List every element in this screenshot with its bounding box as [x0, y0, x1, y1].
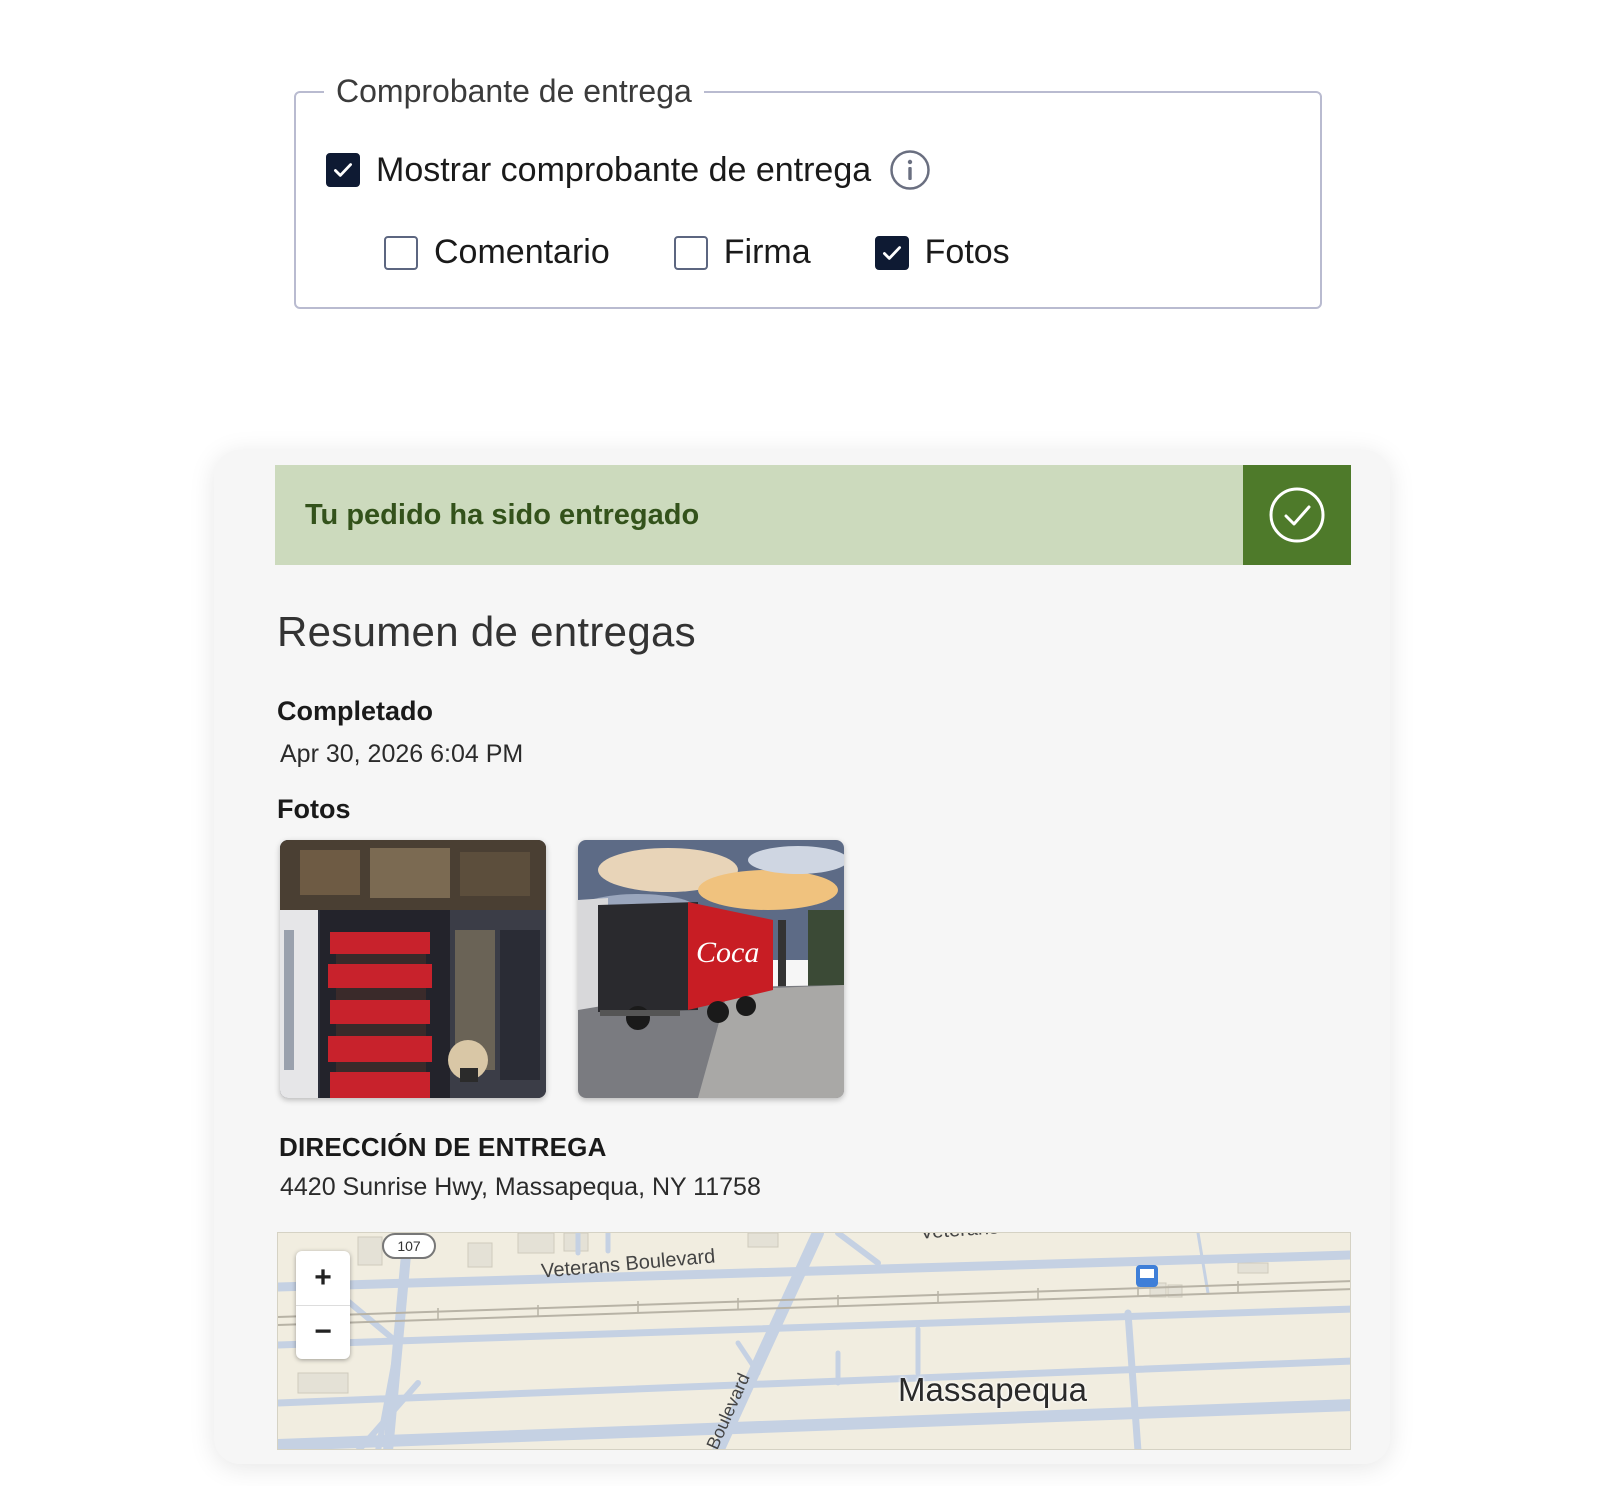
proof-options-row: Comentario Firma Fotos [384, 233, 1074, 272]
show-proof-label: Mostrar comprobante de entrega [376, 150, 872, 189]
show-proof-checkbox[interactable] [326, 153, 360, 187]
svg-text:Coca: Coca [696, 936, 759, 969]
delivered-message: Tu pedido ha sido entregado [305, 498, 700, 531]
fieldset-legend: Comprobante de entrega [324, 71, 704, 111]
completed-timestamp: Apr 30, 2026 6:04 PM [280, 740, 524, 768]
proof-of-delivery-fieldset: Comprobante de entrega Mostrar comproban… [294, 71, 1322, 309]
fotos-checkbox[interactable] [874, 235, 909, 270]
delivered-banner: Tu pedido ha sido entregado [275, 465, 1351, 565]
check-icon [882, 245, 901, 260]
firma-checkbox[interactable] [673, 235, 708, 270]
delivery-address: 4420 Sunrise Hwy, Massapequa, NY 11758 [280, 1173, 761, 1201]
summary-title: Resumen de entregas [277, 608, 696, 655]
route-shield: 107 [382, 1233, 436, 1259]
delivery-photo-1[interactable] [280, 840, 546, 1098]
show-proof-row: Mostrar comprobante de entrega [326, 149, 931, 191]
option-comentario[interactable]: Comentario [384, 233, 610, 272]
check-icon [334, 163, 352, 177]
zoom-in-button[interactable]: + [296, 1251, 350, 1305]
option-firma[interactable]: Firma [673, 233, 811, 272]
delivery-photo-2[interactable]: Coca [578, 840, 844, 1098]
photos-label: Fotos [277, 794, 351, 824]
option-fotos[interactable]: Fotos [874, 233, 1010, 272]
delivery-summary-card: Tu pedido ha sido entregado Resumen de e… [214, 450, 1390, 1464]
firma-label: Firma [723, 233, 811, 271]
delivery-map[interactable]: 107 Veterans Boulevard Veterans Boulevar… [277, 1232, 1351, 1450]
map-zoom-control: + − [296, 1251, 350, 1359]
delivery-address-label: DIRECCIÓN DE ENTREGA [279, 1132, 607, 1162]
fotos-label: Fotos [924, 233, 1010, 271]
town-label: Massapequa [898, 1371, 1087, 1408]
comentario-label: Comentario [434, 233, 610, 271]
check-circle-icon [1243, 465, 1351, 565]
comentario-checkbox[interactable] [384, 235, 418, 270]
zoom-out-button[interactable]: − [296, 1304, 350, 1360]
completed-label: Completado [277, 696, 434, 726]
info-icon[interactable] [889, 149, 931, 191]
